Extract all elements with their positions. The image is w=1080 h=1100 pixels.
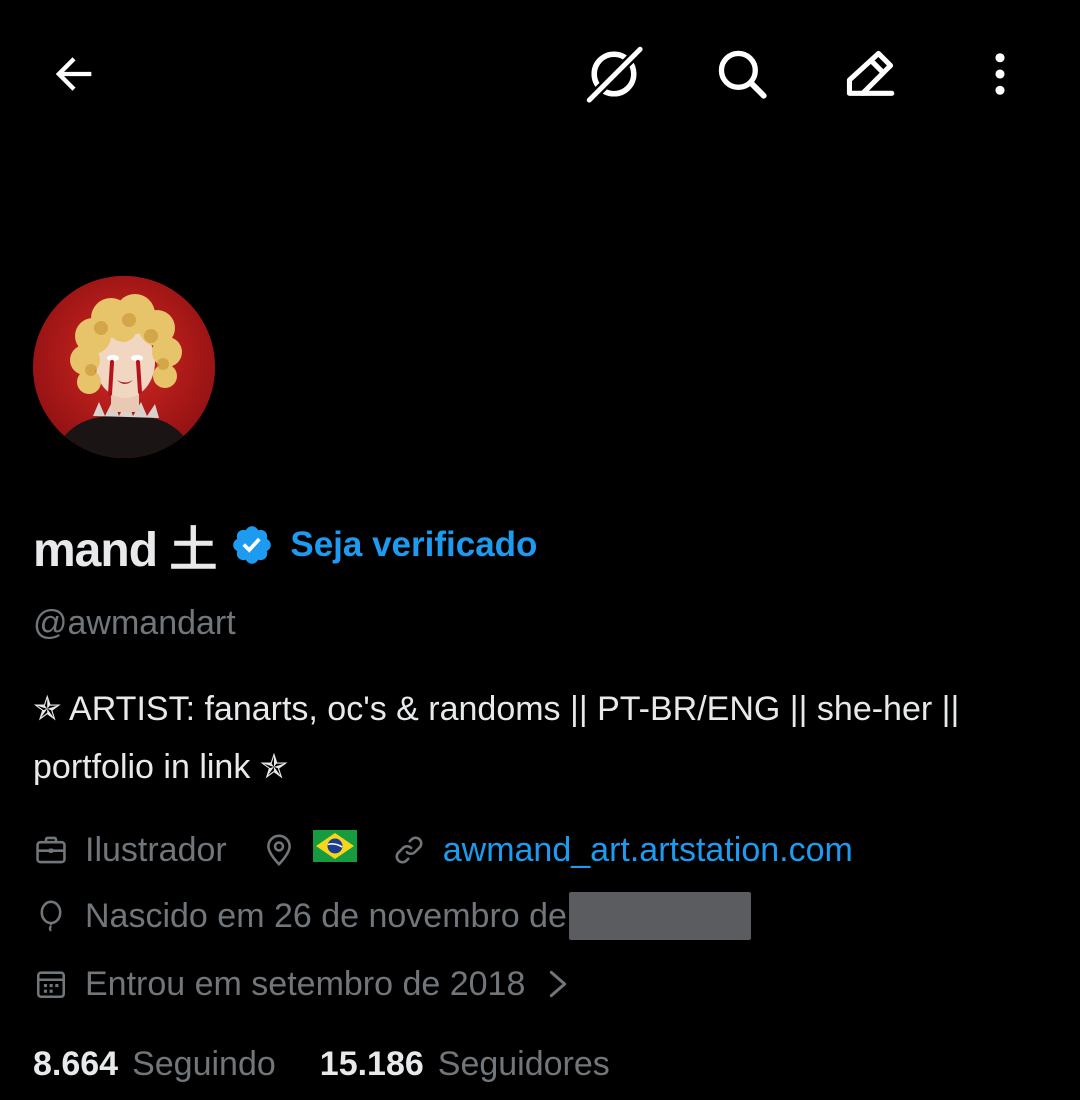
- avatar-illustration: [33, 276, 215, 458]
- location-pin-icon: [261, 832, 297, 868]
- joined-label: Entrou em setembro de 2018: [85, 964, 526, 1003]
- briefcase-icon: [33, 832, 69, 868]
- search-icon: [718, 50, 767, 99]
- birthday-row: Nascido em 26 de novembro de: [33, 888, 751, 944]
- edit-profile-button[interactable]: [834, 38, 906, 110]
- chevron-right-icon[interactable]: [547, 969, 569, 999]
- following-stat[interactable]: 8.664 Seguindo: [33, 1045, 276, 1084]
- avatar[interactable]: [33, 276, 215, 458]
- profile-meta-row: Ilustrador awmand_art.artstation.com: [33, 822, 853, 878]
- more-vertical-icon: [995, 53, 1005, 95]
- back-button[interactable]: [38, 38, 110, 110]
- get-verified-link[interactable]: Seja verificado: [290, 525, 537, 565]
- name-row: mand 土 Seja verificado: [33, 510, 537, 580]
- redacted-block: [568, 892, 751, 940]
- profession-label: Ilustrador: [85, 830, 227, 869]
- profile-bio: ✯ ARTIST: fanarts, oc's & randoms || PT-…: [33, 690, 960, 786]
- grok-button[interactable]: [578, 38, 650, 110]
- balloon-icon: [33, 898, 69, 934]
- brazil-flag-icon: [312, 829, 357, 862]
- followers-stat[interactable]: 15.186 Seguidores: [320, 1045, 610, 1084]
- followers-count: 15.186: [319, 1044, 424, 1083]
- more-options-button[interactable]: [964, 38, 1036, 110]
- following-count: 8.664: [33, 1044, 119, 1083]
- calendar-icon: [33, 966, 69, 1002]
- link-icon: [391, 832, 427, 868]
- verified-badge-icon[interactable]: [230, 523, 274, 567]
- website-link[interactable]: awmand_art.artstation.com: [443, 831, 853, 870]
- search-button[interactable]: [706, 38, 778, 110]
- followers-label: Seguidores: [437, 1044, 610, 1083]
- birthday-label: Nascido em 26 de novembro de: [85, 896, 567, 935]
- website-item[interactable]: awmand_art.artstation.com: [391, 831, 853, 870]
- display-name: mand 土: [33, 524, 217, 577]
- location-item: [261, 829, 357, 871]
- following-label: Seguindo: [132, 1044, 276, 1083]
- grok-icon: [584, 44, 646, 106]
- joined-row[interactable]: Entrou em setembro de 2018: [33, 956, 569, 1012]
- profile-handle: @awmandart: [33, 604, 236, 642]
- top-app-bar: [0, 0, 1080, 150]
- arrow-left-icon: [55, 57, 92, 91]
- location-flag: [312, 829, 357, 871]
- edit-pencil-icon: [846, 50, 895, 96]
- follow-stats: 8.664 Seguindo 15.186 Seguidores: [33, 1036, 610, 1092]
